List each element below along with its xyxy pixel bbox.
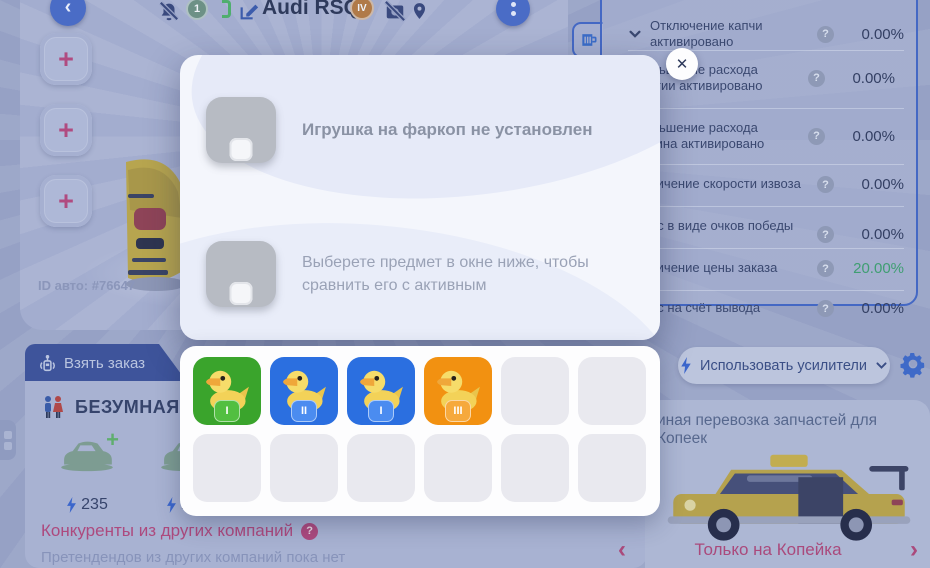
bolt-icon: [66, 497, 77, 513]
bell-muted-icon[interactable]: [158, 0, 180, 22]
bonus-row[interactable]: Увеличение скорости извоза ? 0.00%: [628, 176, 904, 193]
menu-button[interactable]: [496, 0, 530, 26]
inventory-item-duck[interactable]: III: [424, 357, 492, 425]
car-id-label: ID авто: #76647: [38, 278, 135, 293]
collapsed-side-tab[interactable]: [0, 420, 16, 460]
bolt-icon: [166, 497, 177, 513]
bonus-value: 0.00%: [842, 226, 904, 243]
help-icon[interactable]: ?: [817, 226, 834, 243]
tier-badge: I: [368, 400, 394, 422]
energy-value: 235: [81, 496, 108, 514]
inventory-item-duck[interactable]: I: [347, 357, 415, 425]
mug-icon: [579, 30, 599, 50]
help-icon[interactable]: ?: [301, 523, 318, 540]
hint-row: Выберете предмет в окне ниже, чтобы срав…: [206, 241, 618, 307]
take-order-label: Взять заказ: [64, 355, 145, 372]
chevron-down-icon: [875, 359, 888, 372]
divider: [628, 164, 904, 165]
tier-badge: II: [291, 400, 317, 422]
bonus-value: 0.00%: [842, 26, 904, 43]
inventory-item-duck[interactable]: I: [193, 357, 261, 425]
inventory-empty-slot[interactable]: [193, 434, 261, 502]
divider: [628, 50, 904, 51]
help-icon[interactable]: ?: [817, 176, 834, 193]
radio-icon: [39, 355, 56, 372]
location-pin-icon[interactable]: [410, 0, 429, 22]
bonus-row[interactable]: Бонус на счёт вывода ? 0.00%: [628, 300, 904, 317]
help-icon[interactable]: ?: [808, 70, 825, 87]
tier-badge: I: [214, 400, 240, 422]
edit-icon[interactable]: [238, 0, 260, 22]
bonus-value: 0.00%: [842, 300, 904, 317]
bonus-row[interactable]: Бонус в виде очков победы ? 0.00%: [628, 218, 904, 252]
inventory-item-duck[interactable]: II: [270, 357, 338, 425]
use-boosters-label: Использовать усилители: [700, 358, 867, 374]
special-order-carousel: ‹ Только на Копейка ›: [618, 538, 918, 562]
active-item-row: Игрушка на фаркоп не установлен: [206, 97, 612, 163]
help-icon[interactable]: ?: [817, 260, 834, 277]
notification-count-badge: 1: [186, 0, 208, 20]
inventory-grid: I II I: [180, 346, 660, 516]
next-arrow[interactable]: ›: [910, 538, 918, 562]
competitors-heading: Конкуренты из других компаний ?: [41, 521, 318, 541]
help-icon[interactable]: ?: [817, 300, 834, 317]
help-icon[interactable]: ?: [808, 128, 825, 145]
tier-badge: III: [445, 400, 471, 422]
bonus-value: 0.00%: [842, 176, 904, 193]
empty-item-slot: [206, 241, 276, 307]
divider: [628, 290, 904, 291]
hint-text: Выберете предмет в окне ниже, чтобы срав…: [302, 251, 618, 297]
camera-off-icon[interactable]: [384, 0, 406, 22]
bonus-value: 0.00%: [833, 128, 895, 145]
inventory-empty-slot[interactable]: [578, 434, 646, 502]
close-button[interactable]: ✕: [666, 48, 698, 80]
divider: [628, 206, 904, 207]
passengers-icon: [41, 395, 65, 419]
bracket-icon: [222, 0, 231, 18]
inventory-empty-slot[interactable]: [501, 434, 569, 502]
prev-arrow[interactable]: ‹: [618, 538, 626, 562]
competitors-empty-note: Претендендов из других компаний пока нет: [41, 549, 345, 566]
add-slot-button[interactable]: +: [40, 175, 92, 227]
chevron-down-icon: [628, 27, 642, 41]
slot-socket: [230, 282, 253, 305]
divider: [628, 248, 904, 249]
gear-icon: [898, 349, 928, 379]
compare-item-modal: Игрушка на фаркоп не установлен Выберете…: [180, 55, 660, 340]
inventory-empty-slot[interactable]: [501, 357, 569, 425]
slot-socket: [230, 138, 253, 161]
divider: [628, 108, 904, 109]
car-level-badge: IV: [350, 0, 374, 20]
inventory-empty-slot[interactable]: [424, 434, 492, 502]
top-bar: ‹ 1 Audi RSQ IV: [0, 0, 568, 26]
back-button[interactable]: ‹: [50, 0, 86, 26]
plus-icon: +: [106, 427, 119, 453]
take-order-tab[interactable]: Взять заказ: [25, 344, 187, 382]
taxi-image: [653, 438, 925, 550]
inventory-empty-slot[interactable]: [347, 434, 415, 502]
inventory-empty-slot[interactable]: [270, 434, 338, 502]
add-slot-button[interactable]: +: [40, 104, 92, 156]
add-slot-button[interactable]: +: [40, 33, 92, 85]
inventory-empty-slot[interactable]: [578, 357, 646, 425]
bolt-icon: [680, 357, 692, 374]
bonus-panel-tab[interactable]: [572, 22, 603, 58]
use-boosters-button[interactable]: Использовать усилители: [678, 347, 890, 384]
bonus-value: 20.00%: [842, 260, 904, 277]
order-car-slot[interactable]: + 235: [47, 433, 127, 514]
help-icon[interactable]: ?: [817, 26, 834, 43]
bonus-row[interactable]: Уменьшение расхода бензина активировано …: [628, 120, 904, 153]
active-item-title: Игрушка на фаркоп не установлен: [302, 119, 612, 141]
empty-item-slot: [206, 97, 276, 163]
carousel-caption: Только на Копейка: [626, 540, 910, 560]
bonus-label: Отключение капчи активировано: [650, 18, 809, 51]
bonus-row[interactable]: Увеличение цены заказа ? 20.00%: [628, 260, 904, 277]
bonus-value: 0.00%: [833, 70, 895, 87]
settings-gear-button[interactable]: [898, 349, 930, 381]
bonus-row[interactable]: Отключение капчи активировано ? 0.00%: [628, 18, 904, 51]
energy-cost: 235: [47, 496, 127, 514]
game-screen: + + + ID авто: #76647 ‹ 1 Audi RSQ IV: [0, 0, 930, 568]
car-title: Audi RSQ: [262, 0, 360, 20]
